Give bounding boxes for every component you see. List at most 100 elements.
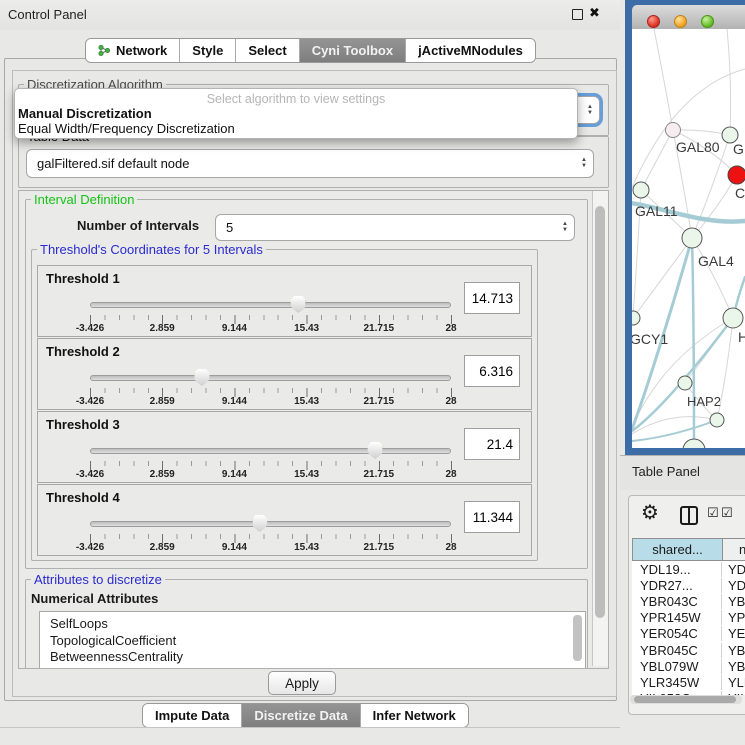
threshold-2-panel: Threshold 2 -3.426 2.859 9.144 15.43 21.… xyxy=(37,338,532,410)
tab-style-label: Style xyxy=(192,43,223,58)
table-cell[interactable]: YBR0 xyxy=(722,594,745,609)
table-cell[interactable]: YBL079W xyxy=(632,659,722,674)
minimize-traffic-light[interactable] xyxy=(674,15,687,28)
network-node[interactable] xyxy=(683,439,705,448)
combo-stepper-icon: ▲▼ xyxy=(581,105,599,116)
threshold-3-value-field[interactable] xyxy=(464,428,520,460)
network-node[interactable] xyxy=(723,308,743,328)
slider-thumb[interactable] xyxy=(368,442,383,459)
list-item[interactable]: SelfLoops xyxy=(40,612,585,633)
table-cell[interactable]: YBR043C xyxy=(632,594,722,609)
network-node[interactable] xyxy=(710,413,724,427)
cyni-mode-tabs: Impute Data Discretize Data Infer Networ… xyxy=(142,703,469,728)
network-node[interactable] xyxy=(666,123,681,138)
close-traffic-light[interactable] xyxy=(647,15,660,28)
table-row[interactable]: YBL079WYBL0 xyxy=(632,658,745,674)
list-item[interactable]: BetweennessCentrality xyxy=(40,649,585,666)
tick-label: -3.426 xyxy=(76,396,104,407)
network-window-titlebar[interactable] xyxy=(632,5,745,30)
algorithm-hint-option[interactable]: Select algorithm to view settings xyxy=(15,89,577,106)
threshold-1-slider[interactable]: -3.426 2.859 9.144 15.43 21.715 28 xyxy=(90,296,451,336)
table-row[interactable]: YDL19...YDL1 xyxy=(632,561,745,577)
slider-track[interactable] xyxy=(90,375,451,381)
checkbox-icon[interactable]: ☑ xyxy=(707,505,719,521)
scrollbar-thumb[interactable] xyxy=(595,206,605,618)
zoom-traffic-light[interactable] xyxy=(701,15,714,28)
network-canvas[interactable]: GAL80 G C GAL11 GAL4 GCY1 H HAP2 xyxy=(632,29,745,448)
table-cell[interactable]: YBL0 xyxy=(722,659,745,674)
table-cell[interactable]: YDL1 xyxy=(722,562,745,577)
table-data-combobox[interactable]: galFiltered.sif default node ▲▼ xyxy=(26,149,594,178)
checkbox-icon[interactable]: ☑ xyxy=(721,505,733,521)
table-cell[interactable]: YER054C xyxy=(632,626,722,641)
apply-button[interactable]: Apply xyxy=(268,671,336,695)
settings-vertical-scrollbar[interactable] xyxy=(592,191,608,666)
tab-jactivemnodules[interactable]: jActiveMNodules xyxy=(406,39,535,62)
tab-discretize-data[interactable]: Discretize Data xyxy=(242,704,360,727)
tick-label: 21.715 xyxy=(364,469,395,480)
tab-cyni-toolbox[interactable]: Cyni Toolbox xyxy=(300,39,406,62)
table-row[interactable]: YPR145WYPR1 xyxy=(632,610,745,626)
column-header-name[interactable]: na xyxy=(722,538,745,561)
close-icon[interactable]: ✖ xyxy=(589,5,600,21)
tab-jactivemnodules-label: jActiveMNodules xyxy=(418,43,523,58)
algorithm-option-equal-width[interactable]: Equal Width/Frequency Discretization xyxy=(15,121,577,136)
table-cell[interactable]: YER0 xyxy=(722,626,745,641)
table-row[interactable]: YLR345WYLR3 xyxy=(632,674,745,690)
slider-thumb[interactable] xyxy=(252,515,267,532)
slider-track[interactable] xyxy=(90,448,451,454)
table-row[interactable]: YBR045CYBR0 xyxy=(632,642,745,658)
list-scrollbar[interactable] xyxy=(573,615,582,661)
split-columns-icon[interactable] xyxy=(680,506,698,525)
table-row[interactable]: YBR043CYBR0 xyxy=(632,593,745,609)
threshold-3-slider[interactable]: -3.426 2.859 9.144 15.43 21.715 28 xyxy=(90,442,451,482)
float-window-icon[interactable] xyxy=(572,9,583,20)
table-cell[interactable]: YPR1 xyxy=(722,610,745,625)
threshold-4-slider[interactable]: -3.426 2.859 9.144 15.43 21.715 28 xyxy=(90,515,451,555)
network-node-selected[interactable] xyxy=(728,166,745,184)
network-node[interactable] xyxy=(633,182,649,198)
slider-thumb[interactable] xyxy=(194,369,209,386)
tab-style[interactable]: Style xyxy=(180,39,236,62)
table-cell[interactable]: YLR3 xyxy=(722,675,745,690)
tab-impute-data[interactable]: Impute Data xyxy=(143,704,242,727)
network-node[interactable] xyxy=(632,311,640,325)
table-horizontal-scrollbar[interactable] xyxy=(630,695,742,704)
tab-select[interactable]: Select xyxy=(236,39,299,62)
table-cell[interactable]: YDR27... xyxy=(632,578,722,593)
gear-icon[interactable]: ⚙ xyxy=(641,500,659,525)
threshold-2-value-field[interactable] xyxy=(464,355,520,387)
slider-thumb[interactable] xyxy=(291,296,306,313)
tick-label: 2.859 xyxy=(150,542,175,553)
panel-title: Control Panel xyxy=(8,7,87,22)
list-item[interactable]: TopologicalCoefficient xyxy=(40,633,585,650)
node-label: HAP2 xyxy=(687,394,721,409)
table-cell[interactable]: YLR345W xyxy=(632,675,722,690)
algorithm-option-manual[interactable]: Manual Discretization xyxy=(15,106,577,121)
table-cell[interactable]: YPR145W xyxy=(632,610,722,625)
tab-network[interactable]: Network xyxy=(86,39,180,62)
scrollbar-thumb[interactable] xyxy=(634,696,736,703)
tab-infer-network[interactable]: Infer Network xyxy=(361,704,468,727)
network-node[interactable] xyxy=(678,376,692,390)
table-cell[interactable]: YBR0 xyxy=(722,643,745,658)
table-cell[interactable]: YDL19... xyxy=(632,562,722,577)
tab-infer-network-label: Infer Network xyxy=(373,708,456,723)
threshold-4-value-field[interactable] xyxy=(464,501,520,533)
threshold-1-value-field[interactable] xyxy=(464,282,520,314)
number-of-intervals-combobox[interactable]: 5 ▲▼ xyxy=(215,214,575,241)
threshold-2-slider[interactable]: -3.426 2.859 9.144 15.43 21.715 28 xyxy=(90,369,451,409)
column-header-shared-name[interactable]: shared... xyxy=(632,538,722,561)
table-cell[interactable]: YBR045C xyxy=(632,643,722,658)
tick-label: 15.43 xyxy=(294,396,319,407)
network-node[interactable] xyxy=(682,228,702,248)
slider-track[interactable] xyxy=(90,302,451,308)
slider-major-ticks xyxy=(90,388,452,397)
slider-track[interactable] xyxy=(90,521,451,527)
combo-stepper-icon: ▲▼ xyxy=(575,158,593,169)
table-cell[interactable]: YDR2 xyxy=(722,578,745,593)
table-row[interactable]: YER054CYER0 xyxy=(632,626,745,642)
control-panel-titlebar: Control Panel ✖ xyxy=(0,0,620,30)
tab-cyni-toolbox-label: Cyni Toolbox xyxy=(312,43,393,58)
table-row[interactable]: YDR27...YDR2 xyxy=(632,577,745,593)
